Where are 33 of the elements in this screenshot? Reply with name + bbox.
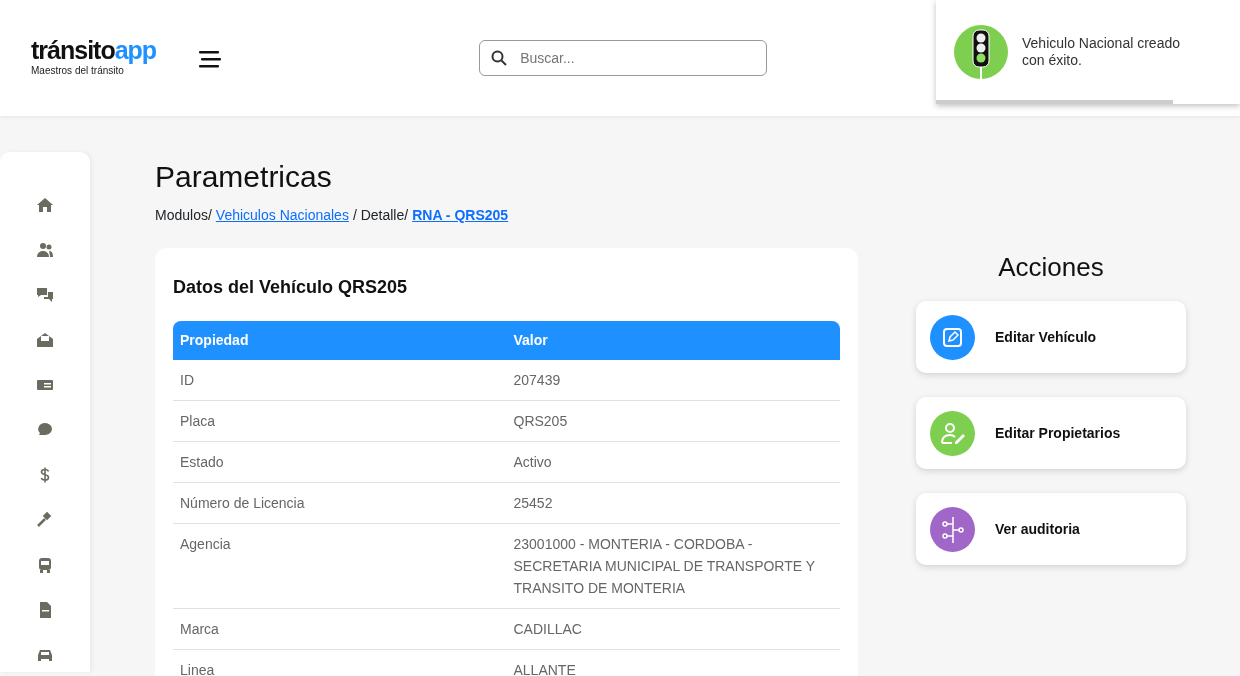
action-label: Editar Vehículo: [995, 327, 1097, 347]
table-cell: Linea: [173, 649, 507, 676]
table-cell: Marca: [173, 608, 507, 650]
actions-title: Acciones: [997, 251, 1105, 284]
table-cell: Placa: [173, 400, 507, 442]
table-cell: QRS205: [506, 400, 840, 442]
page-title: Parametricas: [155, 159, 333, 195]
search-field[interactable]: Buscar...: [479, 40, 768, 76]
breadcrumb-current[interactable]: RNA - QRS205: [412, 205, 509, 226]
table-cell: CADILLAC: [506, 608, 840, 650]
breadcrumb-item: / Detalle/: [352, 206, 409, 225]
action-card[interactable]: Editar Vehículo: [916, 301, 1186, 373]
card-title: Datos del Vehículo QRS205: [173, 276, 409, 299]
table-cell: ID: [173, 360, 507, 401]
action-card[interactable]: Editar Propietarios: [916, 397, 1186, 469]
column-header: Valor: [506, 321, 840, 360]
toast-message: Vehiculo Nacional creado con éxito.: [1022, 35, 1181, 69]
action-label: Ver auditoria: [995, 519, 1080, 539]
breadcrumb-link[interactable]: Vehiculos Nacionales: [215, 205, 349, 226]
breadcrumb-item: Modulos/: [155, 206, 212, 225]
action-card[interactable]: Ver auditoria: [916, 493, 1186, 565]
table-cell: Agencia: [173, 523, 507, 609]
column-header: Propiedad: [173, 321, 507, 360]
logo[interactable]: tránsitoapp Maestros del tránsito: [31, 38, 157, 78]
table-cell: 25452: [506, 482, 840, 524]
table-cell: ALLANTE: [506, 649, 840, 676]
table-cell: Número de Licencia: [173, 482, 507, 524]
table-cell: Activo: [506, 441, 840, 483]
action-label: Editar Propietarios: [995, 423, 1121, 443]
traffic-light-icon: [954, 25, 1008, 79]
table-cell: 23001000 - MONTERIA - CORDOBA - SECRETARIA MUNICIPAL DE TRANSPORTE Y TRANSITO DE MONTERIA: [506, 523, 840, 609]
table-cell: 207439: [506, 360, 840, 401]
table-cell: Estado: [173, 441, 507, 483]
